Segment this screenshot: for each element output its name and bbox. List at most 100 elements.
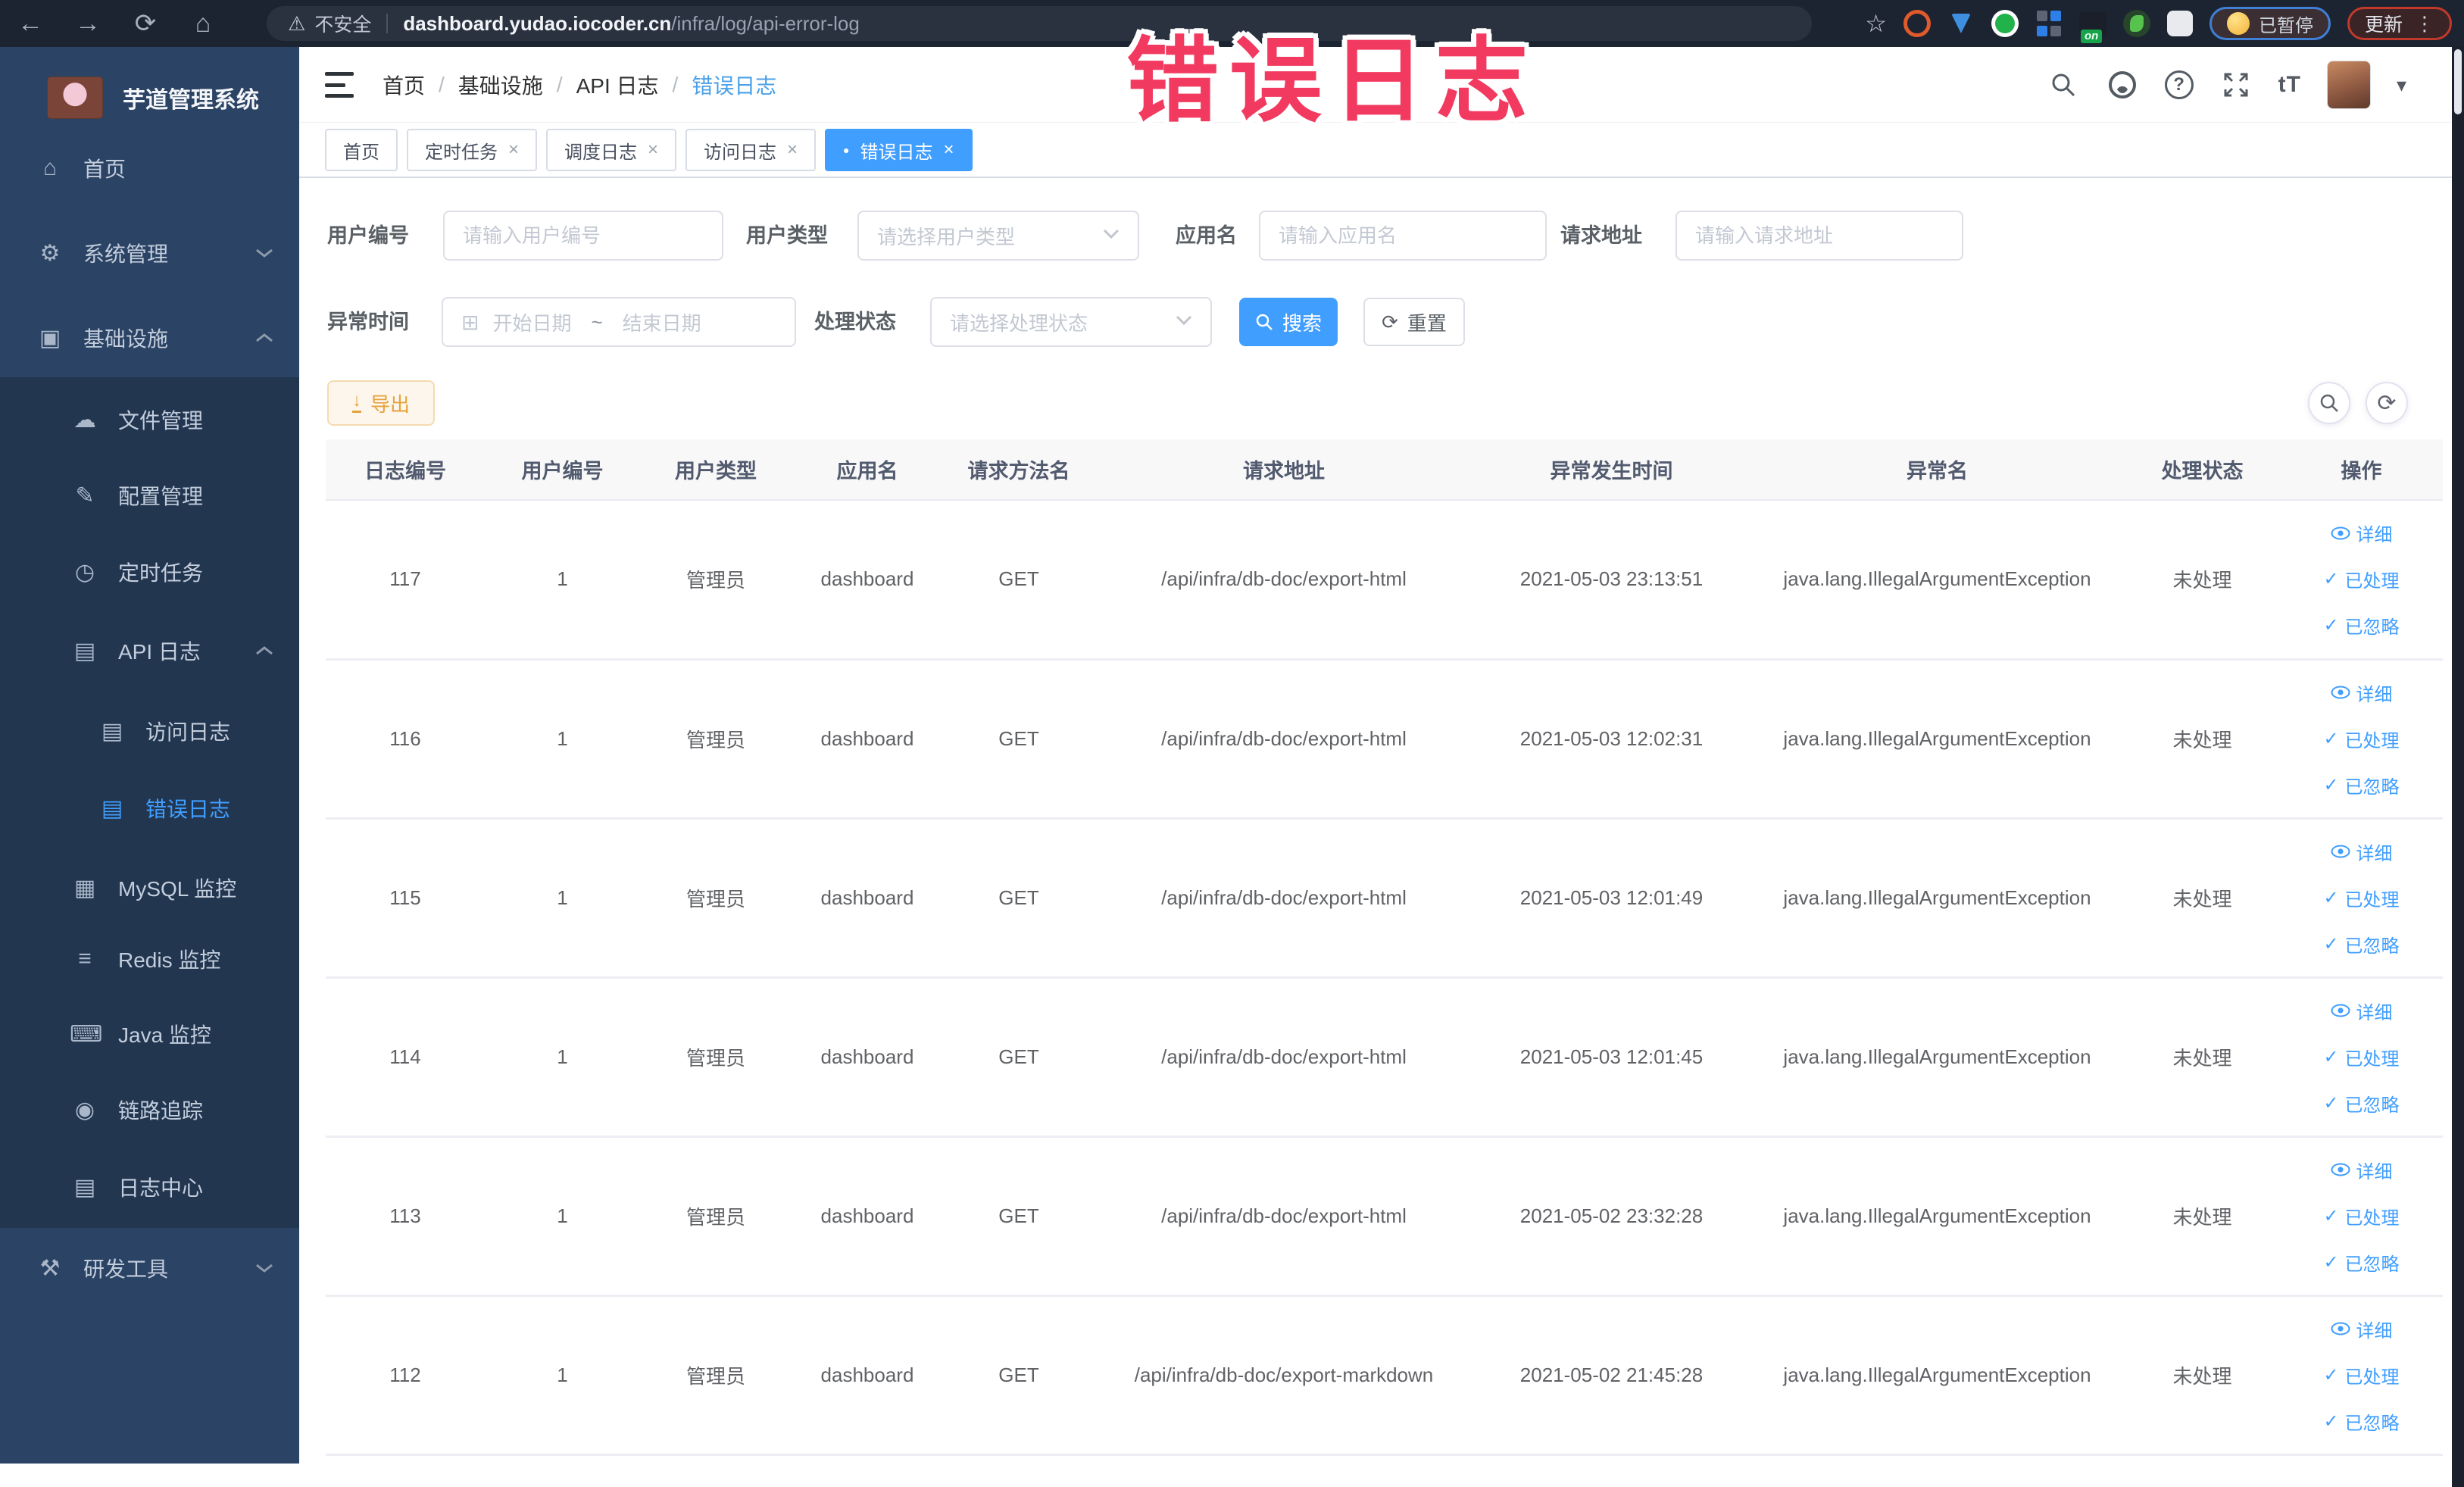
avatar-caret-icon[interactable]: ▾ [2397,73,2406,97]
sidebar-item-home[interactable]: ⌂ 首页 [0,132,299,205]
chevron-up-icon [255,645,273,656]
sidebar-item-system[interactable]: ⚙ 系统管理 [0,217,299,289]
cell-exception-name: java.lang.IllegalArgumentException [1750,818,2125,979]
sidebar-item-api-log[interactable]: ▤ API 日志 [0,614,299,687]
sidebar-item-trace[interactable]: ◉ 链路追踪 [0,1073,299,1146]
extension-adblock-icon[interactable] [1903,10,1931,37]
check-icon: ✓ [2323,1251,2339,1273]
cell-request-url: /api/infra/db-doc/export-html [1095,977,1473,1138]
sidebar-item-file-management[interactable]: ☁ 文件管理 [0,383,299,456]
mark-ignored-link[interactable]: ✓ 已忽略 [2323,772,2399,798]
sidebar-item-mysql-monitor[interactable]: ▦ MySQL 监控 [0,851,299,924]
eye-icon [2331,845,2350,858]
refresh-table-button[interactable]: ⟳ [2366,382,2408,424]
sidebar-collapse-button[interactable] [325,72,354,98]
row-actions: 详细 ✓ 已处理 ✓ 已忽略 [2286,1316,2437,1435]
mark-processed-link[interactable]: ✓ 已处理 [2323,566,2399,592]
sidebar-item-access-log[interactable]: ▤ 访问日志 [0,695,299,767]
mark-ignored-link[interactable]: ✓ 已忽略 [2323,612,2399,639]
font-size-icon[interactable]: tT [2278,72,2301,98]
close-icon[interactable]: × [508,139,519,161]
mark-ignored-link[interactable]: ✓ 已忽略 [2323,1408,2399,1435]
user-id-field[interactable] [463,223,704,248]
user-id-input[interactable] [443,211,723,261]
cell-log-id: 117 [326,500,485,661]
browser-home-button[interactable]: ⌂ [182,0,224,47]
sidebar-item-log-center[interactable]: ▤ 日志中心 [0,1151,299,1223]
app-name-input[interactable] [1259,211,1547,261]
close-icon[interactable]: × [944,139,954,161]
breadcrumb-api-log[interactable]: API 日志 [576,70,659,100]
extensions-puzzle-icon[interactable] [2166,11,2193,36]
sidebar-logo[interactable]: 芋道管理系统 [0,64,299,132]
search-button[interactable]: 搜索 [1239,298,1338,346]
table-row: 117 1 管理员 dashboard GET /api/infra/db-do… [326,500,2443,661]
mark-processed-link[interactable]: ✓ 已处理 [2323,885,2399,911]
bookmark-star-icon[interactable]: ☆ [1865,9,1887,38]
app-name-field[interactable] [1279,223,1527,248]
mark-ignored-link[interactable]: ✓ 已忽略 [2323,1090,2399,1117]
process-status-select[interactable]: 请选择处理状态 [930,297,1212,347]
help-icon[interactable]: ? [2164,70,2194,99]
close-icon[interactable]: × [648,139,658,161]
tab-access-log[interactable]: 访问日志 × [685,129,817,171]
sidebar-item-dev-tools[interactable]: ⚒ 研发工具 [0,1232,299,1304]
sidebar-item-scheduled-jobs[interactable]: ◷ 定时任务 [0,536,299,608]
sidebar-item-error-log[interactable]: ▤ 错误日志 [0,772,299,845]
scrollbar-thumb[interactable] [2454,49,2462,114]
sidebar-item-infrastructure[interactable]: ▣ 基础设施 [0,301,299,374]
browser-reload-button[interactable]: ⟳ [124,0,167,47]
export-button[interactable]: ↓ 导出 [327,380,435,426]
mark-ignored-link[interactable]: ✓ 已忽略 [2323,1249,2399,1276]
address-bar[interactable]: ⚠ 不安全 dashboard.yudao.iocoder.cn /infra/… [267,6,1812,41]
user-type-select[interactable]: 请选择用户类型 [857,211,1139,261]
tab-schedule-log[interactable]: 调度日志 × [546,129,677,171]
sidebar-item-java-monitor[interactable]: ⌨ Java 监控 [0,998,299,1070]
breadcrumb-infrastructure[interactable]: 基础设施 [458,70,543,100]
close-icon[interactable]: × [787,139,798,161]
browser-menu-icon[interactable]: ⋮ [2415,12,2434,36]
search-button-label: 搜索 [1282,311,1322,335]
mark-processed-link[interactable]: ✓ 已处理 [2323,726,2399,752]
breadcrumb-home[interactable]: 首页 [383,70,425,100]
tab-error-log[interactable]: ● 错误日志 × [825,129,973,171]
user-avatar[interactable] [2326,61,2371,109]
page-scrollbar[interactable] [2452,47,2464,1487]
extension-shield-icon[interactable] [1947,10,1975,37]
tab-scheduled-jobs[interactable]: 定时任务 × [407,129,538,171]
sidebar-item-redis-monitor[interactable]: ≡ Redis 监控 [0,923,299,995]
request-url-field[interactable] [1695,223,1944,248]
fullscreen-icon[interactable] [2219,68,2253,102]
detail-link[interactable]: 详细 [2331,1316,2393,1342]
tab-label: 调度日志 [564,142,638,163]
browser-update-button[interactable]: 更新 ⋮ [2347,7,2452,40]
extension-switch-icon[interactable]: on [2078,10,2106,43]
browser-back-button[interactable]: ← [9,0,52,47]
mark-processed-link[interactable]: ✓ 已处理 [2323,1203,2399,1229]
doc-icon: ▤ [101,718,123,744]
mark-processed-link[interactable]: ✓ 已处理 [2323,1362,2399,1389]
extension-green-icon[interactable] [1991,10,2019,37]
github-icon[interactable] [2106,68,2139,102]
col-user-type: 用户类型 [640,439,792,501]
extension-plant-icon[interactable] [2122,10,2150,37]
browser-profile-chip[interactable]: 已暂停 [2209,7,2331,40]
detail-link[interactable]: 详细 [2331,1157,2393,1183]
browser-forward-button[interactable]: → [67,0,109,47]
extension-grid-icon[interactable] [2035,10,2063,37]
detail-link[interactable]: 详细 [2331,679,2393,706]
sidebar-item-label: 系统管理 [83,242,169,266]
header-search-icon[interactable] [2047,68,2080,102]
detail-link[interactable]: 详细 [2331,998,2393,1024]
toggle-search-button[interactable] [2308,382,2350,424]
mark-processed-link[interactable]: ✓ 已处理 [2323,1044,2399,1070]
reset-button[interactable]: ⟳ 重置 [1363,298,1465,346]
date-range-picker[interactable]: ⊞ 开始日期 ~ 结束日期 [442,297,796,347]
mark-ignored-link[interactable]: ✓ 已忽略 [2323,931,2399,957]
shield-drop-icon [1950,14,1971,33]
tab-home[interactable]: 首页 [325,129,398,171]
sidebar-item-config-management[interactable]: ✎ 配置管理 [0,459,299,532]
detail-link[interactable]: 详细 [2331,520,2393,546]
request-url-input[interactable] [1675,211,1963,261]
detail-link[interactable]: 详细 [2331,839,2393,865]
